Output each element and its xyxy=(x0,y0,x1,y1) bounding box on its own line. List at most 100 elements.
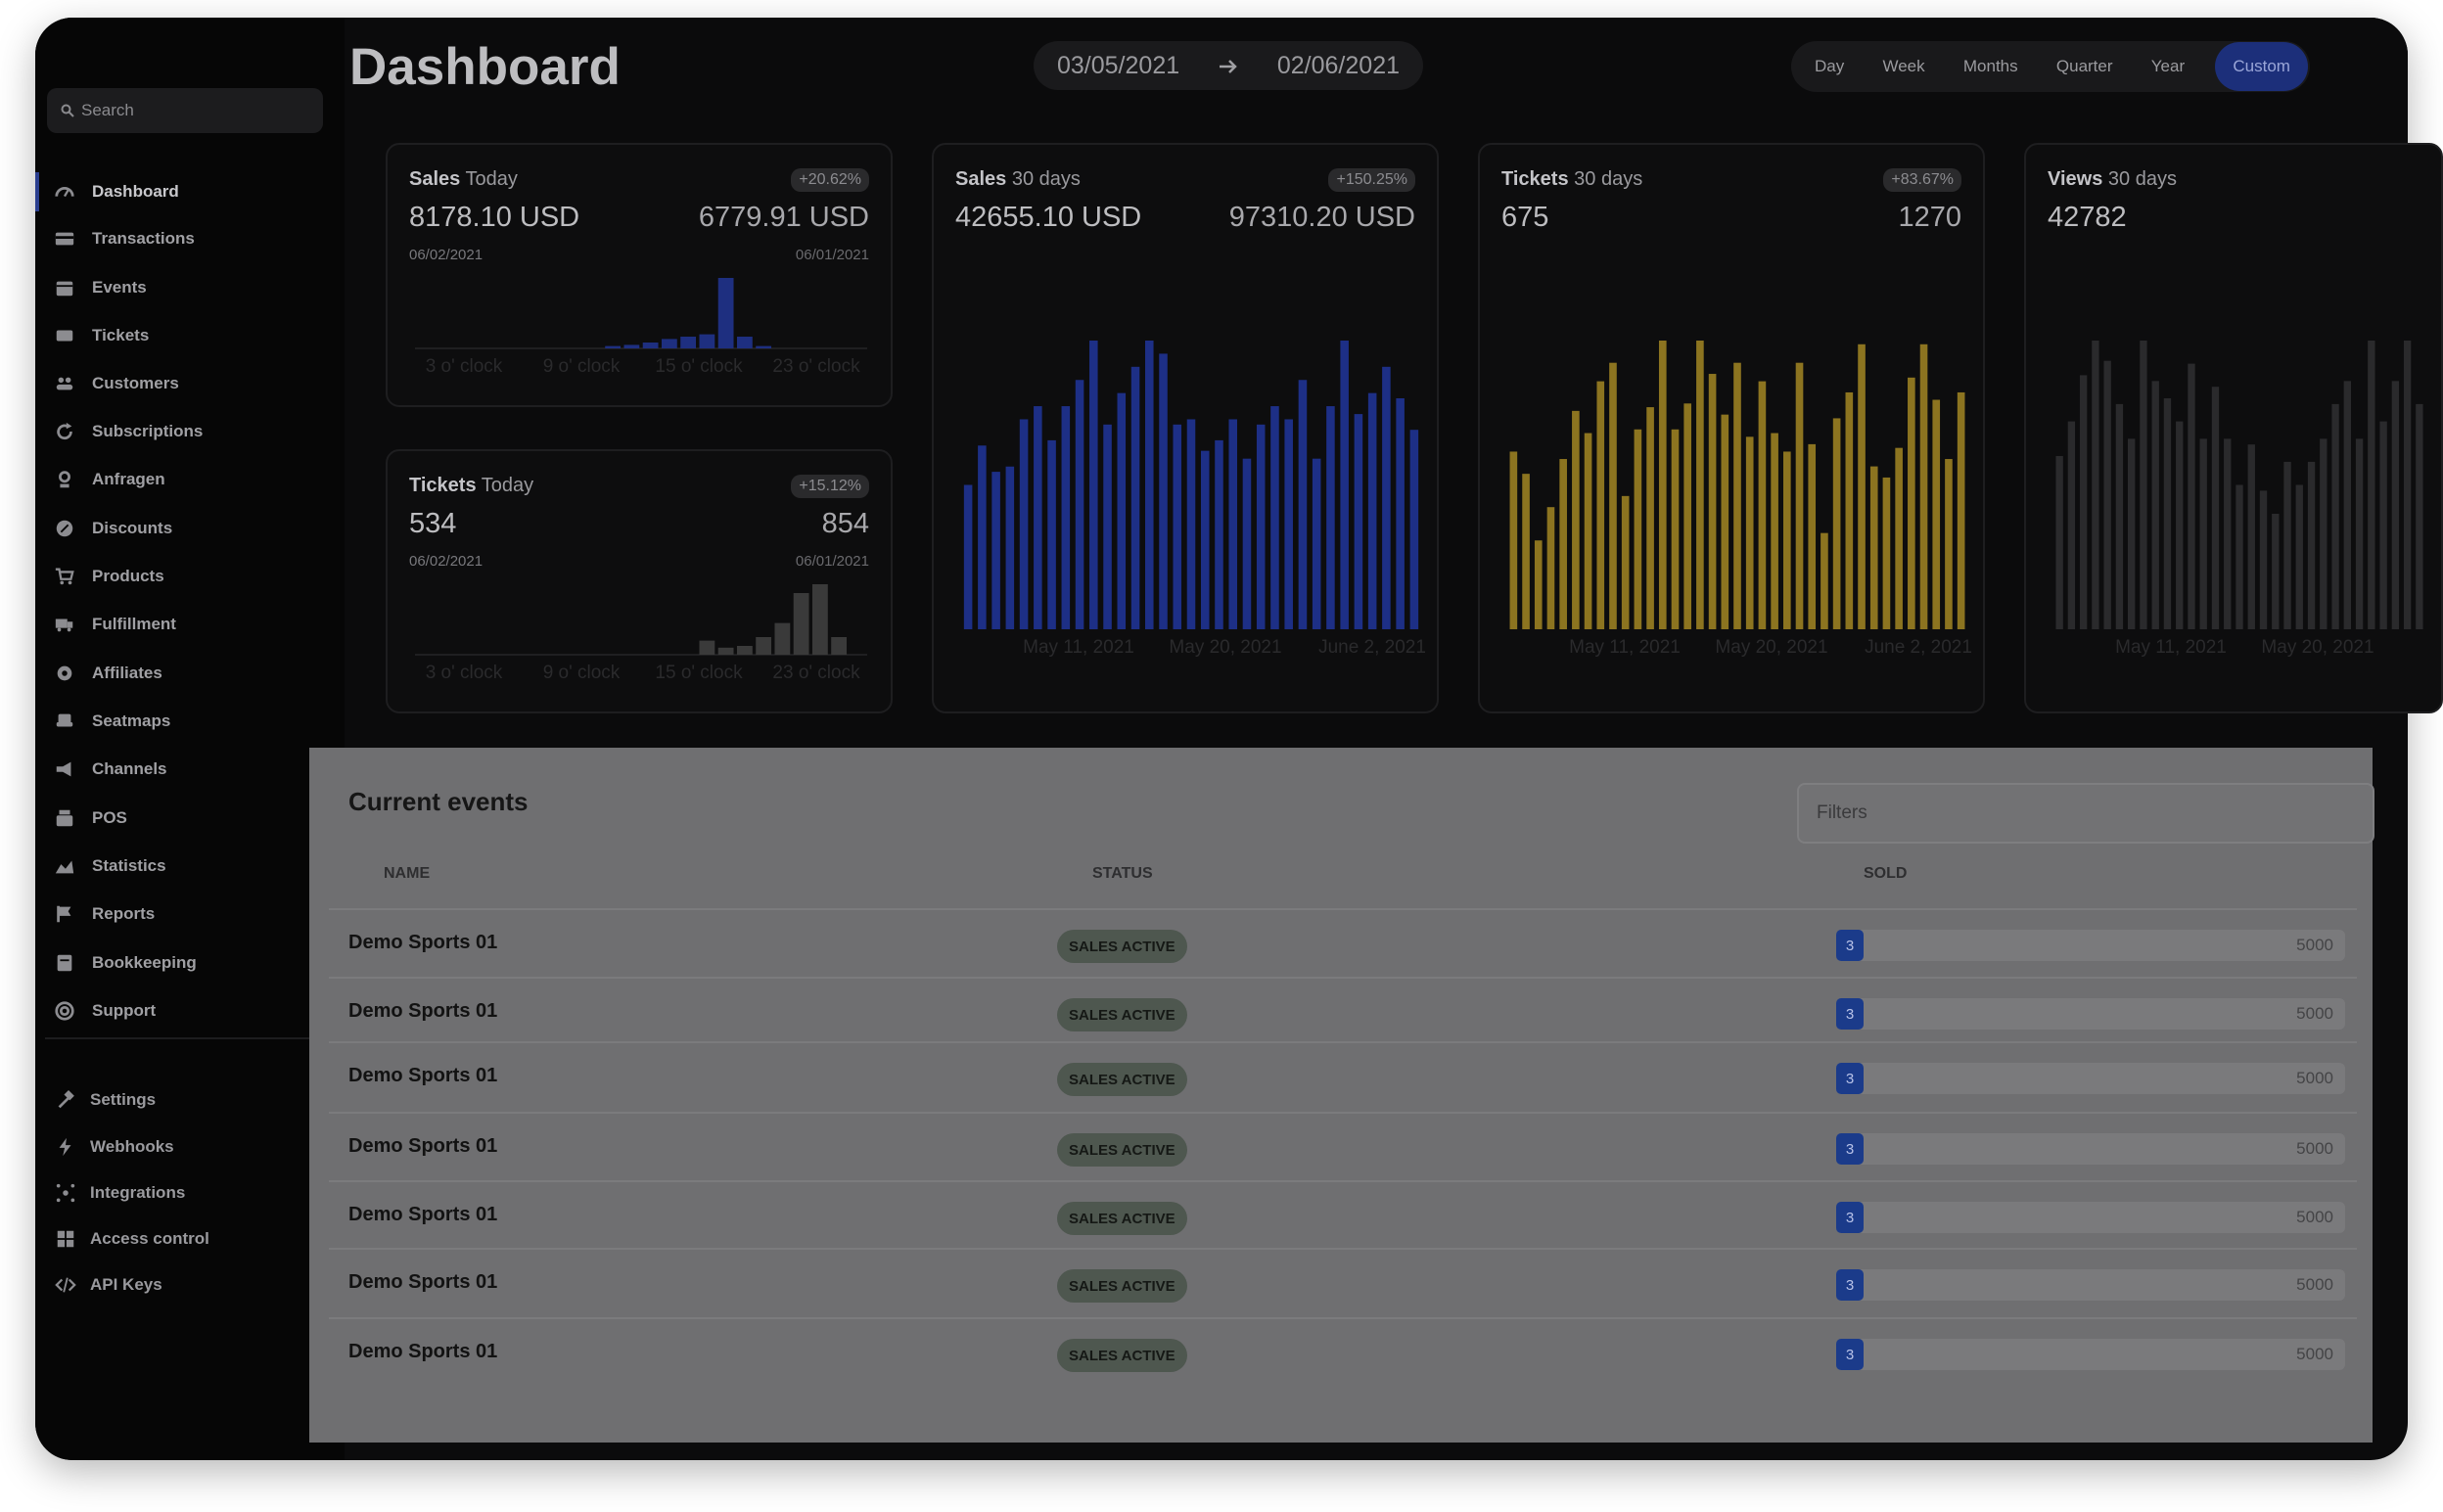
sidebar-item-transactions[interactable]: Transactions xyxy=(35,219,345,258)
stat-card-tickets-30-days[interactable]: Tickets 30 days +83.67% 675 1270 May 11, 202… xyxy=(1478,143,1985,713)
sidebar-item-subscriptions[interactable]: Subscriptions xyxy=(35,412,345,451)
table-row[interactable]: Demo Sports 01 SALES ACTIVE 3 5000 xyxy=(329,1112,2357,1180)
chart-bar xyxy=(1103,424,1112,629)
status-badge: SALES ACTIVE xyxy=(1057,1133,1187,1167)
chart-bar xyxy=(699,334,715,348)
stat-card-sales-30-days[interactable]: Sales 30 days +150.25% 42655.10 USD 97310.2… xyxy=(932,143,1439,713)
event-name[interactable]: Demo Sports 01 xyxy=(348,1204,497,1226)
chart-bar xyxy=(2259,490,2268,629)
table-row[interactable]: Demo Sports 01 SALES ACTIVE 3 5000 xyxy=(329,977,2357,1045)
event-name[interactable]: Demo Sports 01 xyxy=(348,1065,497,1087)
sidebar-item-label: Dashboard xyxy=(92,182,179,201)
sidebar-item-webhooks[interactable]: Webhooks xyxy=(35,1127,345,1167)
column-header-sold: SOLD xyxy=(1864,865,1908,882)
sidebar: Search Dashboard Transactions Events Ticket… xyxy=(35,18,345,1460)
chart-bar xyxy=(661,339,677,348)
change-badge: +15.12% xyxy=(791,475,869,498)
chart-bar xyxy=(963,484,973,629)
sidebar-item-customers[interactable]: Customers xyxy=(35,364,345,403)
filters-input[interactable]: Filters xyxy=(1797,783,2374,844)
chart-bar xyxy=(2128,438,2136,629)
table-row[interactable]: Demo Sports 01 SALES ACTIVE 3 5000 xyxy=(329,1180,2357,1249)
sidebar-item-bookkeeping[interactable]: Bookkeeping xyxy=(35,943,345,983)
table-row[interactable]: Demo Sports 01 SALES ACTIVE 3 5000 xyxy=(329,908,2357,977)
sidebar-item-reports[interactable]: Reports xyxy=(35,894,345,934)
stat-card-tickets-Today[interactable]: Tickets Today +15.12% 534 854 06/02/2021 06/0… xyxy=(386,449,893,713)
sidebar-item-fulfillment[interactable]: Fulfillment xyxy=(35,605,345,644)
date-range-picker[interactable]: 03/05/2021 02/06/2021 xyxy=(1034,41,1423,90)
sold-capacity: 5000 xyxy=(2296,1069,2333,1087)
sidebar-item-tickets[interactable]: Tickets xyxy=(35,316,345,355)
sidebar-item-label: Events xyxy=(92,278,147,297)
column-header-status: STATUS xyxy=(1092,865,1153,882)
sidebar-item-label: Seatmaps xyxy=(92,711,171,730)
chart-bar xyxy=(1895,447,1903,629)
sidebar-item-channels[interactable]: Channels xyxy=(35,750,345,789)
sidebar-item-integrations[interactable]: Integrations xyxy=(35,1173,345,1213)
sold-capacity: 5000 xyxy=(2296,1004,2333,1023)
page-title: Dashboard xyxy=(349,38,621,96)
chart-bar xyxy=(1808,443,1817,629)
table-row[interactable]: Demo Sports 01 SALES ACTIVE 3 5000 xyxy=(329,1041,2357,1110)
event-name[interactable]: Demo Sports 01 xyxy=(348,932,497,954)
period-quarter-button[interactable]: Quarter xyxy=(2049,57,2121,76)
period-year-button[interactable]: Year xyxy=(2143,57,2192,76)
chart-bar xyxy=(1546,507,1555,629)
chart-bar xyxy=(978,445,987,629)
sidebar-item-label: Statistics xyxy=(92,856,166,875)
search-icon xyxy=(61,104,74,117)
date-from[interactable]: 03/05/2021 xyxy=(1057,52,1179,80)
chart-bar xyxy=(2188,363,2195,629)
sidebar-item-support[interactable]: Support xyxy=(35,991,345,1031)
event-name[interactable]: Demo Sports 01 xyxy=(348,1000,497,1023)
chart-bar xyxy=(2163,398,2172,629)
flag-icon xyxy=(53,902,76,926)
chart-bar xyxy=(642,343,659,348)
chart-tick-label: June 2, 2021 xyxy=(1865,637,1972,658)
chart-bar xyxy=(1745,436,1754,629)
chart-icon xyxy=(53,854,76,878)
sidebar-item-discounts[interactable]: Discounts xyxy=(35,509,345,548)
sidebar-item-anfragen[interactable]: Anfragen xyxy=(35,460,345,499)
sidebar-item-statistics[interactable]: Statistics xyxy=(35,847,345,886)
sold-count: 3 xyxy=(1836,1133,1864,1165)
stat-card-views-30-days[interactable]: Views 30 days 42782 May 11, 2021 May 20, 20… xyxy=(2024,143,2443,713)
table-row[interactable]: Demo Sports 01 SALES ACTIVE 3 5000 xyxy=(329,1317,2357,1386)
sold-progress-bar: 3 5000 xyxy=(1836,1339,2345,1370)
sidebar-item-products[interactable]: Products xyxy=(35,557,345,596)
stat-card-sales-Today[interactable]: Sales Today +20.62% 8178.10 USD 6779.91 USD… xyxy=(386,143,893,407)
sold-count: 3 xyxy=(1836,1269,1864,1301)
date-to[interactable]: 02/06/2021 xyxy=(1277,52,1400,80)
period-custom-button[interactable]: Custom xyxy=(2215,42,2308,91)
bolt-icon xyxy=(55,1136,76,1158)
chart-bar xyxy=(717,278,734,348)
sidebar-item-affiliates[interactable]: Affiliates xyxy=(35,654,345,693)
sidebar-item-label: Reports xyxy=(92,904,156,923)
period-day-button[interactable]: Day xyxy=(1807,57,1852,76)
chart-bar xyxy=(1646,407,1654,629)
event-name[interactable]: Demo Sports 01 xyxy=(348,1135,497,1158)
section-title: Current events xyxy=(348,787,529,816)
search-input[interactable]: Search xyxy=(47,88,323,133)
sidebar-item-pos[interactable]: POS xyxy=(35,799,345,838)
period-week-button[interactable]: Week xyxy=(1874,57,1932,76)
sidebar-item-label: API Keys xyxy=(90,1275,162,1294)
event-name[interactable]: Demo Sports 01 xyxy=(348,1271,497,1294)
chart-bar xyxy=(2368,341,2375,629)
chart-bar xyxy=(1634,429,1642,629)
chart-bar xyxy=(2403,341,2412,629)
sidebar-item-events[interactable]: Events xyxy=(35,268,345,307)
sidebar-item-settings[interactable]: Settings xyxy=(35,1080,345,1120)
event-name[interactable]: Demo Sports 01 xyxy=(348,1341,497,1363)
table-row[interactable]: Demo Sports 01 SALES ACTIVE 3 5000 xyxy=(329,1248,2357,1316)
sidebar-item-api-keys[interactable]: API Keys xyxy=(35,1265,345,1305)
chart-bar xyxy=(2224,438,2232,629)
sidebar-item-dashboard[interactable]: Dashboard xyxy=(35,172,345,211)
chart-bar xyxy=(2343,381,2351,629)
sidebar-item-access-control[interactable]: Access control xyxy=(35,1219,345,1259)
sidebar-item-seatmaps[interactable]: Seatmaps xyxy=(35,702,345,741)
period-months-button[interactable]: Months xyxy=(1956,57,2026,76)
status-badge: SALES ACTIVE xyxy=(1057,1202,1187,1235)
chart-bar xyxy=(1186,419,1196,629)
chart-tick-label: May 20, 2021 xyxy=(2261,637,2374,658)
